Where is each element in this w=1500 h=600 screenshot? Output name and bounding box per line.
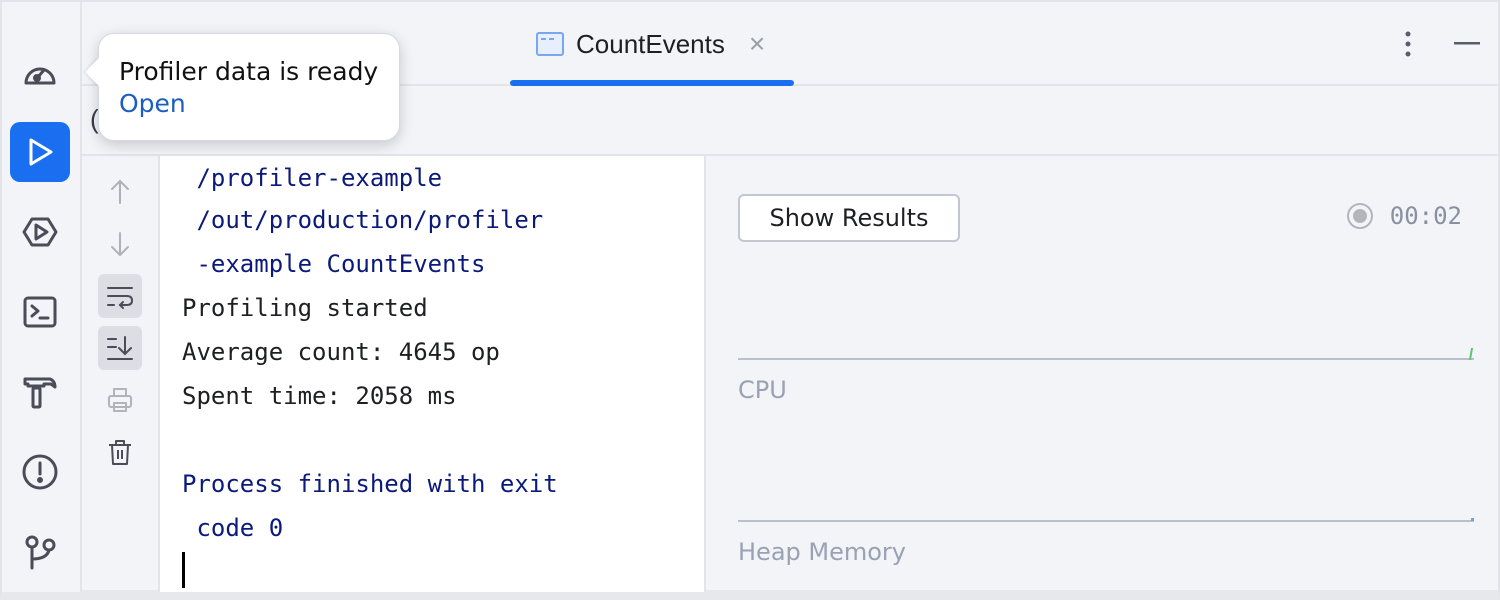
popup-pointer <box>85 58 99 86</box>
soft-wrap-toggle[interactable] <box>98 274 142 318</box>
profiler-panel: Show Results 00:02 CPU Heap Memory <box>706 156 1500 592</box>
soft-wrap-icon <box>107 287 134 309</box>
play-icon <box>29 138 53 166</box>
heap-graph-baseline <box>738 520 1474 522</box>
open-profiler-link[interactable]: Open <box>119 88 186 120</box>
hammer-icon <box>23 377 57 409</box>
tab-label: CountEvents <box>576 28 725 59</box>
console-line: /out/production/profiler <box>182 206 544 234</box>
scroll-to-end-toggle[interactable] <box>98 326 142 370</box>
record-icon <box>1346 203 1373 229</box>
application-window-icon <box>536 32 564 56</box>
speedometer-icon <box>24 67 56 85</box>
ide-window: ofiler' CountEvents × ( <box>0 0 1500 600</box>
minimize-icon <box>1454 42 1480 45</box>
heap-graph-point <box>1471 518 1474 521</box>
services-hexagon-icon <box>22 217 58 247</box>
minimize-button[interactable] <box>1448 24 1488 64</box>
console-line: /profiler-example <box>182 164 443 192</box>
notification-message: Profiler data is ready <box>119 57 379 86</box>
cpu-graph-baseline <box>738 358 1474 360</box>
git-tool-button[interactable] <box>10 522 70 582</box>
arrow-down-icon <box>111 232 129 257</box>
console-line: code 0 <box>182 514 284 542</box>
run-tool-button[interactable] <box>10 122 70 182</box>
profiler-tool-button[interactable] <box>10 42 70 102</box>
cpu-graph-label: CPU <box>738 376 787 404</box>
printer-icon <box>108 388 132 412</box>
profiler-ready-notification: Profiler data is ready Open <box>85 33 400 141</box>
tab-countevents[interactable]: CountEvents × <box>510 2 794 86</box>
scroll-to-end-icon <box>107 336 133 360</box>
console-toolbar <box>82 156 160 592</box>
kebab-icon <box>1405 31 1411 57</box>
terminal-tool-button[interactable] <box>10 282 70 342</box>
console-line: Process finished with exit <box>182 470 558 498</box>
terminal-icon <box>23 296 57 328</box>
heap-graph-label: Heap Memory <box>738 538 906 566</box>
scroll-up-button[interactable] <box>98 170 142 214</box>
console-line: Average count: 4645 op <box>182 338 500 366</box>
show-results-button[interactable]: Show Results <box>738 194 960 242</box>
tool-window-strip <box>2 2 82 592</box>
clear-all-button[interactable] <box>98 430 142 474</box>
console-line: Profiling started <box>182 294 428 322</box>
more-options-button[interactable] <box>1388 24 1428 64</box>
print-button[interactable] <box>98 378 142 422</box>
console-line: Spent time: 2058 ms <box>182 382 457 410</box>
trash-icon <box>109 440 131 465</box>
scroll-down-button[interactable] <box>98 222 142 266</box>
arrow-up-icon <box>111 179 129 204</box>
recording-timer: 00:02 <box>1346 202 1462 230</box>
console-line: -example CountEvents <box>182 250 486 278</box>
services-tool-button[interactable] <box>10 202 70 262</box>
close-tab-button[interactable]: × <box>749 28 765 60</box>
timer-value: 00:02 <box>1389 202 1462 230</box>
build-tool-button[interactable] <box>10 362 70 422</box>
console-output[interactable]: /profiler-example /out/production/profil… <box>160 156 706 592</box>
problems-tool-button[interactable] <box>10 442 70 502</box>
header-actions <box>1388 2 1500 86</box>
exclamation-circle-icon <box>22 454 58 490</box>
text-caret <box>182 552 185 588</box>
git-branch-icon <box>25 535 56 570</box>
